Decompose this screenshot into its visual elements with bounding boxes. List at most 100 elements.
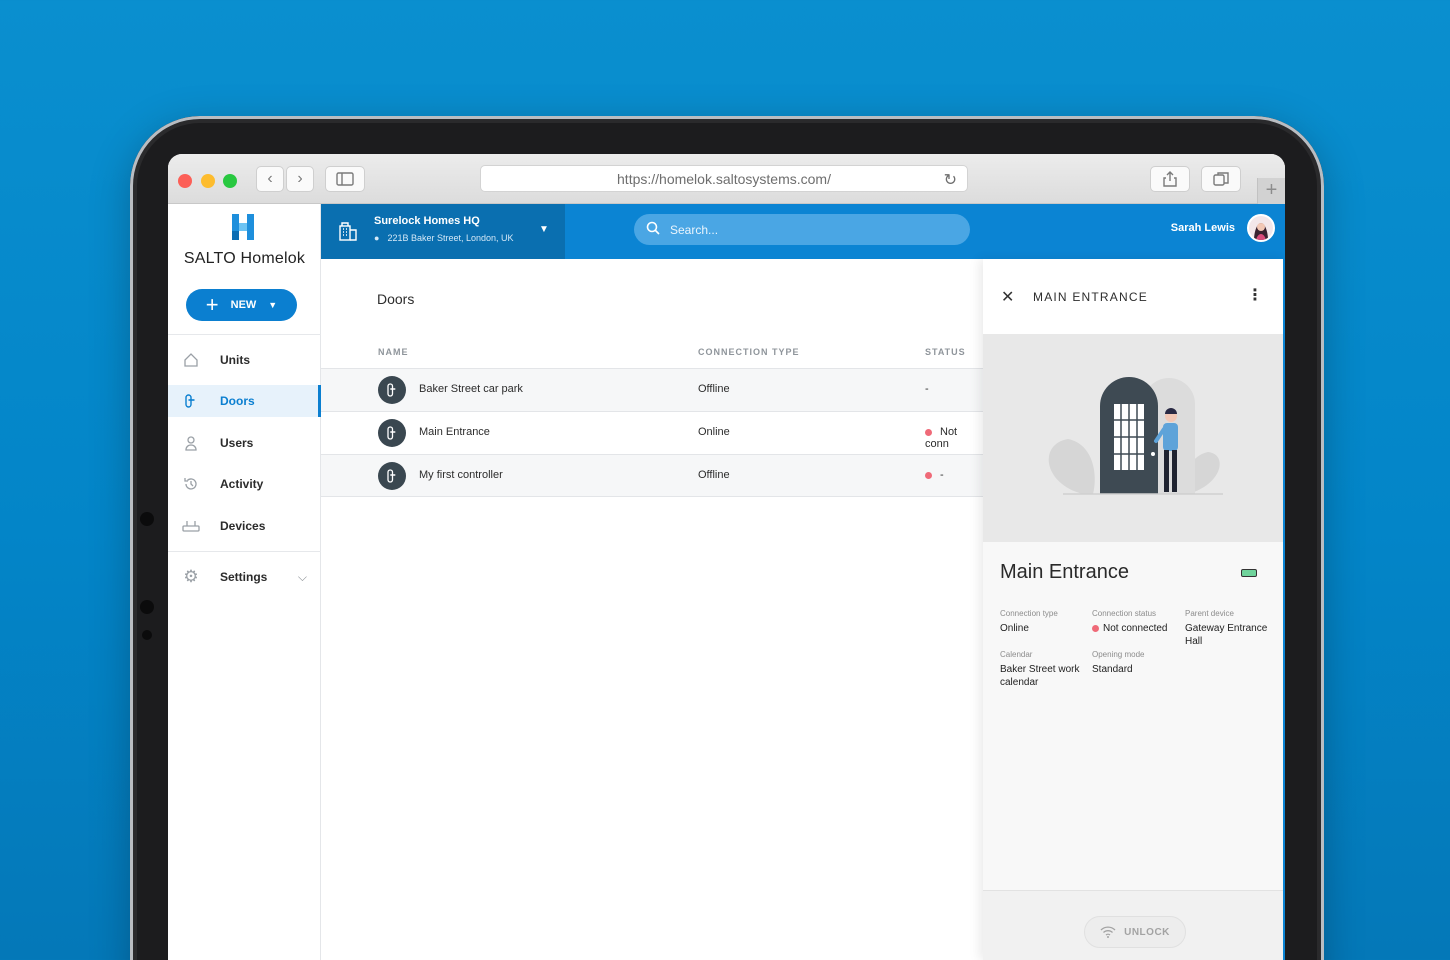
sidebar-item-label: Settings [220, 570, 267, 584]
panel-header: ✕ MAIN ENTRANCE ⋮ [983, 259, 1283, 334]
close-window-button[interactable] [178, 174, 192, 188]
forward-button[interactable]: › [286, 166, 314, 192]
door-handle-icon [182, 392, 200, 410]
more-vert-icon[interactable]: ⋮ [1247, 285, 1263, 305]
column-header-name[interactable]: NAME [378, 347, 409, 357]
status: Not conn [925, 426, 983, 450]
device-camera-dot [140, 512, 154, 526]
door-name: Main Entrance [419, 426, 490, 438]
connection-type: Online [698, 426, 730, 438]
address-bar[interactable]: https://homelok.saltosystems.com/ ↻ [480, 165, 968, 192]
status: - [925, 383, 929, 395]
browser-window: ‹ › https://homelok.saltosystems.com/ ↻ … [168, 154, 1285, 960]
sidebar-icon [336, 172, 354, 186]
close-icon[interactable]: ✕ [1001, 287, 1014, 307]
sidebar-item-label: Users [220, 436, 253, 450]
minimize-window-button[interactable] [201, 174, 215, 188]
sidebar-item-label: Activity [220, 477, 263, 491]
field-value[interactable]: Baker Street work calendar [1000, 663, 1084, 689]
field-value: Not connected [1092, 622, 1168, 635]
search-bar[interactable] [634, 214, 970, 245]
field-label: Calendar [1000, 650, 1032, 659]
status-text: - [940, 469, 944, 481]
chevron-down-icon: ⌵ [298, 570, 307, 585]
door-handle-icon [378, 462, 406, 490]
site-address-text: 221B Baker Street, London, UK [387, 233, 513, 243]
new-button[interactable]: + NEW ▼ [186, 289, 297, 321]
history-icon [182, 475, 200, 493]
reload-icon[interactable]: ↻ [944, 170, 957, 190]
chevron-right-icon: › [297, 170, 302, 188]
status-dot [925, 472, 932, 479]
caret-down-icon: ▼ [539, 224, 549, 235]
field-label: Opening mode [1092, 650, 1144, 659]
sidebar-item-users[interactable]: Users [168, 427, 321, 459]
column-header-status[interactable]: STATUS [925, 347, 966, 357]
field-value: Standard [1092, 663, 1133, 676]
home-icon [182, 351, 200, 369]
homelok-logo-icon [232, 214, 254, 240]
site-selector[interactable]: Surelock Homes HQ ● 221B Baker Street, Lo… [321, 204, 565, 259]
status-dot [1092, 625, 1099, 632]
building-icon [337, 220, 359, 242]
sidebar-item-doors[interactable]: Doors [168, 385, 321, 417]
app-header: Surelock Homes HQ ● 221B Baker Street, Lo… [321, 204, 1285, 259]
back-button[interactable]: ‹ [256, 166, 284, 192]
door-handle-icon [378, 376, 406, 404]
user-name[interactable]: Sarah Lewis [1171, 222, 1235, 234]
chevron-left-icon: ‹ [267, 170, 272, 188]
sidebar-item-label: Units [220, 353, 250, 367]
door-handle-icon [378, 419, 406, 447]
search-input[interactable] [670, 223, 950, 237]
wifi-icon [1100, 926, 1116, 938]
avatar[interactable] [1247, 214, 1275, 242]
status: - [925, 469, 944, 481]
device-camera-dot [140, 600, 154, 614]
battery-icon [1241, 569, 1257, 577]
gear-icon: ⚙ [182, 568, 200, 586]
unlock-label: UNLOCK [1124, 927, 1170, 938]
sidebar-item-devices[interactable]: Devices [168, 510, 321, 542]
doors-list-view: Doors NAME CONNECTION TYPE STATUS Baker … [321, 259, 983, 960]
unlock-button[interactable]: UNLOCK [1084, 916, 1186, 948]
door-name: Baker Street car park [419, 383, 523, 395]
field-value: Online [1000, 622, 1029, 635]
sidebar-item-activity[interactable]: Activity [168, 468, 321, 500]
new-tab-button[interactable]: + [1257, 178, 1285, 204]
new-button-label: NEW [231, 299, 257, 311]
sidebar-item-settings[interactable]: ⚙ Settings ⌵ [168, 561, 321, 593]
search-icon [646, 221, 660, 239]
site-name: Surelock Homes HQ [374, 215, 480, 227]
field-label: Connection status [1092, 609, 1156, 618]
device-camera-dot [142, 630, 152, 640]
tabs-icon [1213, 171, 1229, 187]
plus-icon: + [1266, 179, 1278, 201]
status-text: - [925, 383, 929, 395]
user-avatar-icon [1249, 216, 1273, 240]
user-icon [182, 434, 200, 452]
sidebar-item-label: Devices [220, 519, 265, 533]
door-title: Main Entrance [1000, 561, 1129, 584]
sidebar-divider [168, 334, 321, 335]
sidebar-divider [168, 551, 321, 552]
zoom-window-button[interactable] [223, 174, 237, 188]
url-text: https://homelok.saltosystems.com/ [617, 171, 831, 187]
table-row[interactable]: My first controller Offline - [321, 454, 983, 497]
field-label: Parent device [1185, 609, 1234, 618]
sidebar-item-units[interactable]: Units [168, 344, 321, 376]
column-header-connection-type[interactable]: CONNECTION TYPE [698, 347, 800, 357]
devices-icon [182, 517, 200, 535]
field-value[interactable]: Gateway Entrance Hall [1185, 622, 1271, 648]
door-illustration [983, 334, 1283, 542]
share-icon [1163, 171, 1177, 187]
sidebar-toggle-button[interactable] [325, 166, 365, 192]
sidebar-item-label: Doors [220, 394, 255, 408]
share-button[interactable] [1150, 166, 1190, 192]
door-detail-panel: ✕ MAIN ENTRANCE ⋮ Main Entran [983, 259, 1285, 960]
connection-type: Offline [698, 383, 730, 395]
connection-status-text: Not connected [1103, 623, 1168, 634]
table-row[interactable]: Baker Street car park Offline - [321, 368, 983, 411]
table-row[interactable]: Main Entrance Online Not conn [321, 411, 983, 454]
tabs-overview-button[interactable] [1201, 166, 1241, 192]
location-pin-icon: ● [374, 233, 379, 243]
